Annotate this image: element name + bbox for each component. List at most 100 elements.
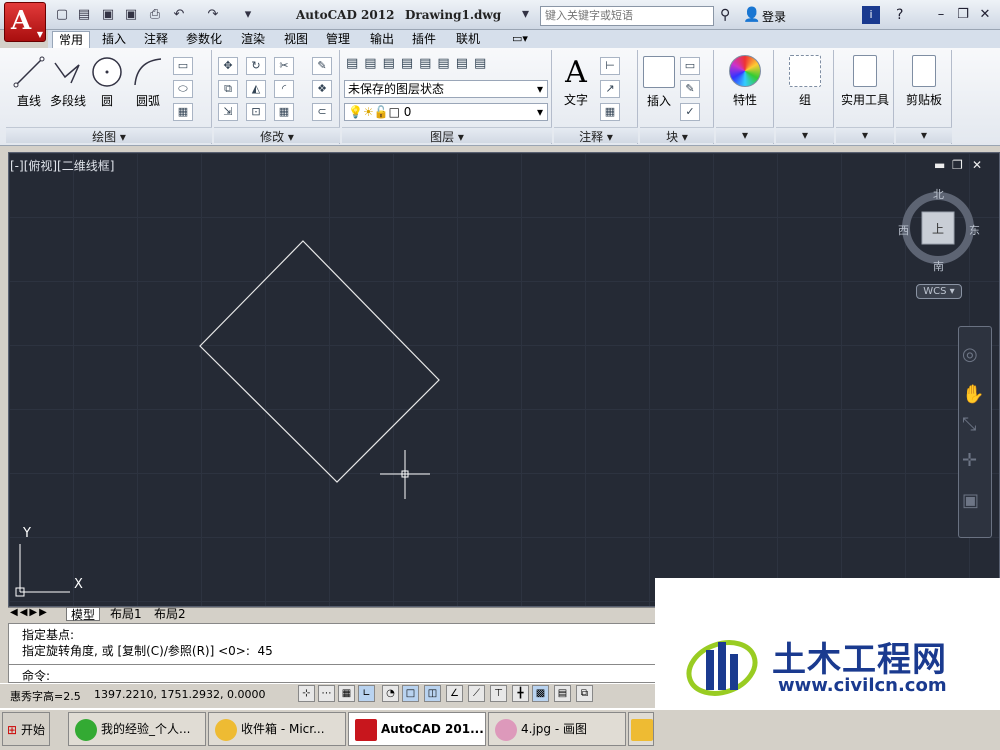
tab-online[interactable]: 联机 <box>450 31 486 48</box>
object-snap-icon[interactable]: □ <box>402 685 419 702</box>
search-input[interactable] <box>540 6 714 26</box>
exchange-icon[interactable]: i <box>862 6 880 24</box>
application-menu-button[interactable]: A ▼ <box>4 2 46 42</box>
utilities-button[interactable]: 实用工具 <box>838 55 892 108</box>
infer-constraints-icon[interactable]: ⊹ <box>298 685 315 702</box>
modify-panel-title[interactable]: 修改 ▾ <box>214 127 340 144</box>
ribbon-dropdown-icon[interactable]: ▾ <box>522 6 529 22</box>
tab-manage[interactable]: 管理 <box>320 31 356 48</box>
tab-annotate[interactable]: 注释 <box>138 31 174 48</box>
orbit-icon[interactable]: ✛ <box>962 450 977 471</box>
dynamic-input-icon[interactable]: ⊤ <box>490 685 507 702</box>
create-block-icon[interactable]: ▭ <box>680 57 700 75</box>
erase-icon[interactable]: ✎ <box>312 57 332 75</box>
close-icon[interactable]: ✕ <box>974 6 996 24</box>
pan-icon[interactable]: ✋ <box>962 384 984 405</box>
line-button[interactable]: 直线 <box>12 55 46 109</box>
annotation-panel-title[interactable]: 注释 ▾ <box>554 127 638 144</box>
tab-render[interactable]: 渲染 <box>235 31 271 48</box>
viewcube-top-face[interactable]: 上 <box>932 220 944 237</box>
object-snap-tracking-icon[interactable]: ∠ <box>446 685 463 702</box>
task-browser[interactable]: 我的经验_个人... <box>68 712 206 746</box>
new-file-icon[interactable]: ▢ <box>54 7 70 23</box>
layer-state-select[interactable]: 未保存的图层状态 ▾ <box>344 80 548 98</box>
transparency-icon[interactable]: ▩ <box>532 685 549 702</box>
rotated-square[interactable] <box>199 240 440 483</box>
polyline-button[interactable]: 多段线 <box>48 55 88 109</box>
steering-wheel-icon[interactable]: ◎ <box>962 344 978 365</box>
mirror-icon[interactable]: ◭ <box>246 80 266 98</box>
utilities-expand[interactable]: ▾ <box>836 127 894 143</box>
tab-model[interactable]: 模型 <box>66 607 101 622</box>
save-as-icon[interactable]: ▣ <box>123 7 139 23</box>
viewcube-west[interactable]: 西 <box>898 222 909 238</box>
help-icon[interactable]: ? <box>896 7 903 23</box>
text-button[interactable]: A 文字 <box>558 55 594 108</box>
tab-insert[interactable]: 插入 <box>96 31 132 48</box>
task-paint[interactable]: 4.jpg - 画图 <box>488 712 626 746</box>
grid-display-icon[interactable]: ▦ <box>338 685 355 702</box>
tab-parametric[interactable]: 参数化 <box>180 31 228 48</box>
minimize-icon[interactable]: – <box>930 6 952 24</box>
ribbon-minimize-icon[interactable]: ▭▾ <box>512 32 528 45</box>
draw-panel-title[interactable]: 绘图 ▾ <box>6 127 212 144</box>
start-button[interactable]: ⊞ 开始 <box>2 712 50 746</box>
viewcube-east[interactable]: 东 <box>969 222 980 238</box>
dynamic-ucs-icon[interactable]: ⟋ <box>468 685 485 702</box>
tab-layout2[interactable]: 布局2 <box>150 607 190 621</box>
task-folder[interactable] <box>628 712 654 746</box>
properties-expand[interactable]: ▾ <box>716 127 774 143</box>
selection-cycling-icon[interactable]: ⧉ <box>576 685 593 702</box>
group-button[interactable]: 组 <box>782 55 828 108</box>
offset-icon[interactable]: ⊂ <box>312 103 332 121</box>
layout-nav-arrows-icon[interactable]: ◀◀▶▶ <box>10 607 49 618</box>
layer-select[interactable]: 💡☀🔓□ 0 ▾ <box>344 103 548 121</box>
groups-expand[interactable]: ▾ <box>776 127 834 143</box>
array-icon[interactable]: ▦ <box>274 103 294 121</box>
undo-icon[interactable]: ↶ <box>171 7 187 23</box>
rectangle-icon[interactable]: ▭ <box>173 57 193 75</box>
task-outlook[interactable]: 收件箱 - Micr... <box>208 712 346 746</box>
rotate-icon[interactable]: ↻ <box>246 57 266 75</box>
coordinate-display[interactable]: 1397.2210, 1751.2932, 0.0000 <box>94 688 265 701</box>
quick-properties-icon[interactable]: ▤ <box>554 685 571 702</box>
leader-icon[interactable]: ↗ <box>600 80 620 98</box>
command-prompt[interactable]: 命令: <box>22 667 50 684</box>
tab-plugins[interactable]: 插件 <box>406 31 442 48</box>
showmotion-icon[interactable]: ▣ <box>962 490 979 511</box>
dimension-icon[interactable]: ⊢ <box>600 57 620 75</box>
clipboard-expand[interactable]: ▾ <box>896 127 952 143</box>
explode-icon[interactable]: ❖ <box>312 80 332 98</box>
task-autocad[interactable]: AutoCAD 201... <box>348 712 486 746</box>
viewcube-south[interactable]: 南 <box>933 258 944 274</box>
viewcube-north[interactable]: 北 <box>933 186 944 202</box>
redo-icon[interactable]: ↷ <box>205 7 221 23</box>
snap-mode-icon[interactable]: ⋯ <box>318 685 335 702</box>
zoom-icon[interactable]: ⤡ <box>962 414 976 435</box>
user-icon[interactable]: 👤 <box>743 7 760 23</box>
insert-block-button[interactable]: 插入 <box>642 56 676 109</box>
open-file-icon[interactable]: ▤ <box>76 7 92 23</box>
ellipse-icon[interactable]: ⬭ <box>173 80 193 98</box>
login-link[interactable]: 登录 <box>762 8 786 25</box>
wcs-menu[interactable]: WCS ▾ <box>916 284 962 299</box>
clipboard-button[interactable]: 剪贴板 <box>898 55 950 108</box>
stretch-icon[interactable]: ⇲ <box>218 103 238 121</box>
circle-button[interactable]: 圆 <box>90 55 124 109</box>
edit-block-icon[interactable]: ✎ <box>680 80 700 98</box>
arc-button[interactable]: 圆弧 <box>130 55 166 109</box>
move-icon[interactable]: ✥ <box>218 57 238 75</box>
binoculars-icon[interactable]: ⚲ <box>720 7 730 23</box>
tab-layout1[interactable]: 布局1 <box>106 607 146 621</box>
restore-icon[interactable]: ❐ <box>952 6 974 24</box>
block-panel-title[interactable]: 块 ▾ <box>640 127 714 144</box>
tab-output[interactable]: 输出 <box>364 31 400 48</box>
layers-panel-title[interactable]: 图层 ▾ <box>342 127 552 144</box>
table-icon[interactable]: ▦ <box>600 103 620 121</box>
lineweight-icon[interactable]: ╋ <box>512 685 529 702</box>
trim-icon[interactable]: ✂ <box>274 57 294 75</box>
hatch-icon[interactable]: ▦ <box>173 103 193 121</box>
tab-view[interactable]: 视图 <box>278 31 314 48</box>
copy-icon[interactable]: ⧉ <box>218 80 238 98</box>
polar-tracking-icon[interactable]: ◔ <box>382 685 399 702</box>
